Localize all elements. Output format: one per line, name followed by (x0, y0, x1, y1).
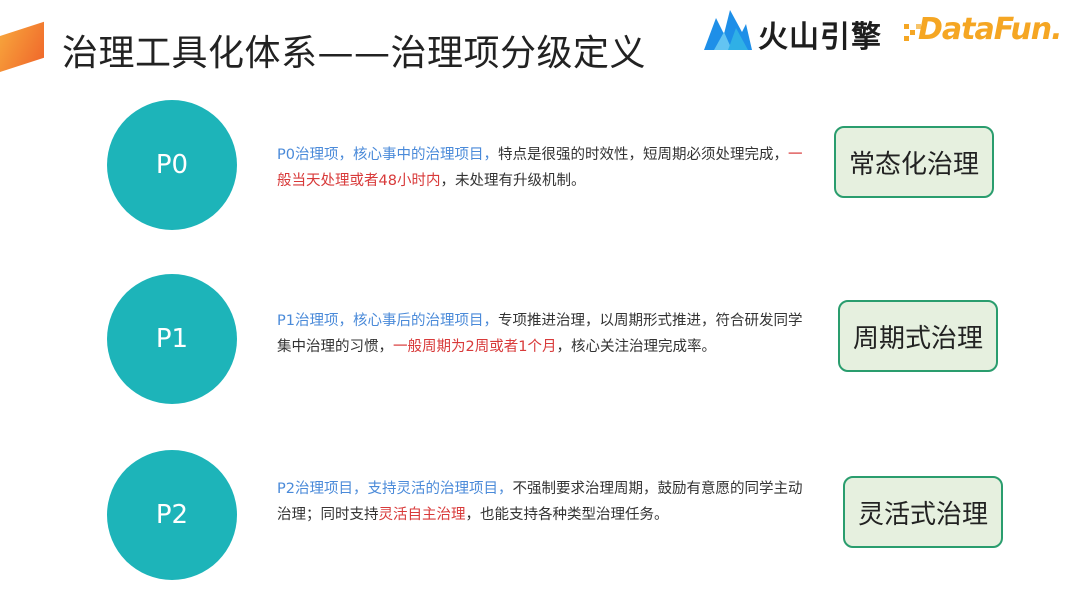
logo-area: 火山引擎 DataFun. (704, 6, 1064, 56)
tag-p0: 常态化治理 (834, 126, 994, 198)
tag-p1: 周期式治理 (838, 300, 998, 372)
desc-highlight-red: 灵活自主治理 (378, 507, 466, 523)
level-circle-p1: P1 (107, 274, 237, 404)
desc-highlight-blue: P0治理项，核心事中的治理项目， (277, 147, 498, 163)
desc-highlight-blue: P1治理项，核心事后的治理项目， (277, 313, 498, 329)
level-row-p0: P0 P0治理项，核心事中的治理项目，特点是很强的时效性，短周期必须处理完成，一… (0, 100, 1080, 230)
title-accent-bar (0, 21, 44, 72)
page-title: 治理工具化体系——治理项分级定义 (62, 33, 647, 74)
level-row-p2: P2 P2治理项目，支持灵活的治理项目，不强制要求治理周期，鼓励有意愿的同学主动… (0, 450, 1080, 580)
tag-p2: 灵活式治理 (843, 476, 1003, 548)
desc-highlight-blue: P2治理项目，支持灵活的治理项目， (277, 481, 513, 497)
level-description-p0: P0治理项，核心事中的治理项目，特点是很强的时效性，短周期必须处理完成，一般当天… (277, 142, 807, 194)
desc-text: ，也能支持各种类型治理任务。 (465, 507, 669, 523)
level-description-p1: P1治理项，核心事后的治理项目，专项推进治理，以周期形式推进，符合研发同学集中治… (277, 308, 807, 360)
level-row-p1: P1 P1治理项，核心事后的治理项目，专项推进治理，以周期形式推进，符合研发同学… (0, 274, 1080, 404)
desc-text: ，核心关注治理完成率。 (556, 339, 716, 355)
desc-text: ，未处理有升级机制。 (440, 173, 586, 189)
volcano-engine-logo-icon (704, 10, 752, 50)
level-circle-p2: P2 (107, 450, 237, 580)
level-description-p2: P2治理项目，支持灵活的治理项目，不强制要求治理周期，鼓励有意愿的同学主动治理；… (277, 476, 807, 528)
desc-highlight-red: 一般周期为2周或者1个月 (393, 339, 557, 355)
level-circle-p0: P0 (107, 100, 237, 230)
volcano-engine-logo-text: 火山引擎 (758, 20, 882, 55)
desc-text: 特点是很强的时效性，短周期必须处理完成， (497, 147, 788, 163)
datafun-logo-text: DataFun. (918, 12, 1062, 47)
